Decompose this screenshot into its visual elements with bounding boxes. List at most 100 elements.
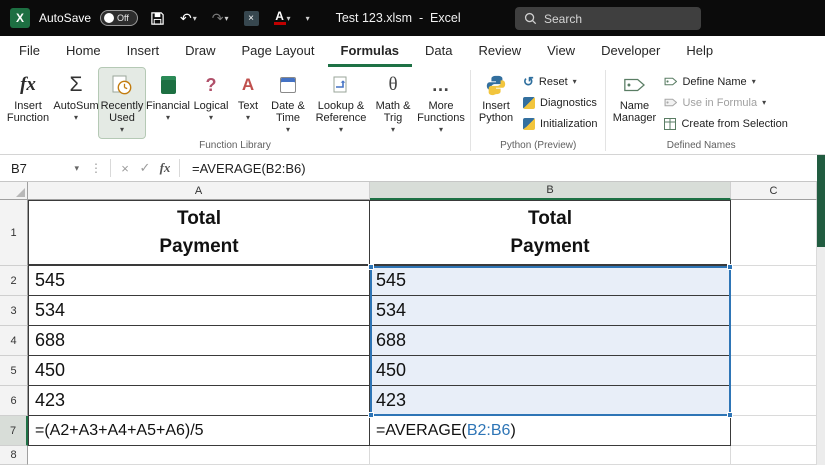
date-time-button[interactable]: Date & Time ▾ [265, 68, 311, 138]
cell-a6[interactable]: 423 [28, 386, 370, 416]
column-header-b[interactable]: B [370, 182, 731, 200]
cell-a1[interactable]: Total Payment [28, 200, 370, 266]
create-from-selection-button[interactable]: Create from Selection [659, 113, 792, 134]
button-label: Lookup & Reference [313, 100, 369, 124]
tab-draw[interactable]: Draw [172, 36, 228, 67]
cell-b8[interactable] [370, 446, 731, 465]
formula-input[interactable]: =AVERAGE(B2:B6) [184, 161, 825, 176]
cell-b1[interactable]: Total Payment [370, 200, 731, 266]
cell-b7[interactable]: =AVERAGE(B2:B6) [370, 416, 731, 446]
scrollbar-thumb[interactable] [817, 155, 825, 247]
cell-c5[interactable] [731, 356, 817, 386]
row-header-8[interactable]: 8 [0, 446, 28, 465]
divider [110, 159, 111, 177]
row-header-5[interactable]: 5 [0, 356, 28, 386]
column-header-row: A B C [0, 182, 817, 200]
row-header-3[interactable]: 3 [0, 296, 28, 326]
cell-c1[interactable] [731, 200, 817, 266]
row-header-4[interactable]: 4 [0, 326, 28, 356]
column-header-c[interactable]: C [731, 182, 817, 200]
cell-a5[interactable]: 450 [28, 356, 370, 386]
cell-c4[interactable] [731, 326, 817, 356]
autosum-button[interactable]: Σ AutoSum ▾ [53, 68, 99, 126]
tab-view[interactable]: View [534, 36, 588, 67]
text-button[interactable]: A Text ▾ [231, 68, 265, 126]
tab-formulas[interactable]: Formulas [328, 36, 413, 67]
cell-c7[interactable] [731, 416, 817, 446]
cell-b6[interactable]: 423 [370, 386, 731, 416]
row-header-1[interactable]: 1 [0, 200, 28, 266]
undo-button[interactable]: ↶ ▾ [177, 8, 200, 29]
group-label-function-library: Function Library [3, 139, 467, 154]
cell-c6[interactable] [731, 386, 817, 416]
tab-review[interactable]: Review [466, 36, 535, 67]
select-all-corner[interactable] [0, 182, 28, 200]
save-button[interactable] [147, 9, 168, 28]
button-label: Text [238, 100, 258, 112]
search-label: Search [544, 12, 582, 26]
button-label: Recently Used [101, 100, 144, 124]
chevron-down-icon: ▾ [246, 112, 250, 124]
formula-bar-handle[interactable]: ⋮ [86, 161, 106, 175]
spreadsheet-grid: A B C 1 Total Payment Total Payment 2 54… [0, 182, 817, 465]
reset-button[interactable]: ↺ Reset ▾ [518, 71, 602, 92]
redo-button[interactable]: ↷ ▾ [209, 8, 232, 29]
lookup-reference-button[interactable]: Lookup & Reference ▾ [311, 68, 371, 138]
cell-b2[interactable]: 545 [370, 266, 731, 296]
qat-extra-button[interactable]: × [241, 9, 262, 28]
cell-a7[interactable]: =(A2+A3+A4+A5+A6)/5 [28, 416, 370, 446]
cell-b3[interactable]: 534 [370, 296, 731, 326]
ribbon: fx Insert Function Σ AutoSum ▾ Recently [0, 67, 825, 155]
cell-a3[interactable]: 534 [28, 296, 370, 326]
define-name-button[interactable]: Define Name ▾ [659, 71, 792, 92]
font-color-button[interactable]: A ▾ [271, 9, 294, 27]
cell-a4[interactable]: 688 [28, 326, 370, 356]
row-header-6[interactable]: 6 [0, 386, 28, 416]
insert-function-fx-button[interactable]: fx [155, 160, 175, 176]
tab-page-layout[interactable]: Page Layout [229, 36, 328, 67]
group-python: Insert Python ↺ Reset ▾ Diagnostics Init… [471, 67, 605, 154]
tab-help[interactable]: Help [673, 36, 726, 67]
insert-function-button[interactable]: fx Insert Function [3, 68, 53, 126]
use-in-formula-button[interactable]: Use in Formula ▾ [659, 92, 792, 113]
tab-data[interactable]: Data [412, 36, 465, 67]
customize-qat-button[interactable]: ▾ [303, 12, 313, 25]
cell-c8[interactable] [731, 446, 817, 465]
cell-a8[interactable] [28, 446, 370, 465]
tab-home[interactable]: Home [53, 36, 114, 67]
search-box[interactable]: Search [515, 7, 701, 30]
excel-logo-icon[interactable]: X [10, 8, 30, 28]
column-header-a[interactable]: A [28, 182, 370, 200]
insert-python-button[interactable]: Insert Python [474, 68, 518, 126]
row-header-7[interactable]: 7 [0, 416, 28, 446]
cell-c3[interactable] [731, 296, 817, 326]
cell-a2[interactable]: 545 [28, 266, 370, 296]
ellipsis-icon: … [432, 79, 451, 91]
vertical-scrollbar[interactable] [817, 155, 825, 465]
cell-b5[interactable]: 450 [370, 356, 731, 386]
row-header-2[interactable]: 2 [0, 266, 28, 296]
name-manager-button[interactable]: Name Manager [609, 68, 659, 126]
diagnostics-button[interactable]: Diagnostics [518, 92, 602, 113]
cell-a1-line2: Payment [159, 233, 238, 261]
tab-file[interactable]: File [6, 36, 53, 67]
cancel-button[interactable]: × [115, 161, 135, 176]
tab-developer[interactable]: Developer [588, 36, 673, 67]
tab-insert[interactable]: Insert [114, 36, 173, 67]
chevron-down-icon: ▾ [74, 112, 78, 124]
cell-c2[interactable] [731, 266, 817, 296]
grid-row-6: 6 423 423 [0, 386, 817, 416]
math-trig-button[interactable]: θ Math & Trig ▾ [371, 68, 415, 138]
cell-b4[interactable]: 688 [370, 326, 731, 356]
autosave-toggle[interactable]: Off [100, 10, 138, 26]
save-icon [150, 11, 165, 26]
name-box[interactable]: B7 ▾ [0, 155, 86, 181]
chevron-down-icon: ▾ [439, 124, 443, 136]
financial-button[interactable]: Financial ▾ [145, 68, 191, 126]
more-functions-button[interactable]: … More Functions ▾ [415, 68, 467, 138]
enter-button[interactable]: ✓ [135, 160, 155, 176]
initialization-button[interactable]: Initialization [518, 113, 602, 134]
logical-button[interactable]: ? Logical ▾ [191, 68, 231, 126]
name-tag-icon [623, 76, 645, 94]
recently-used-button[interactable]: Recently Used ▾ [99, 68, 145, 138]
